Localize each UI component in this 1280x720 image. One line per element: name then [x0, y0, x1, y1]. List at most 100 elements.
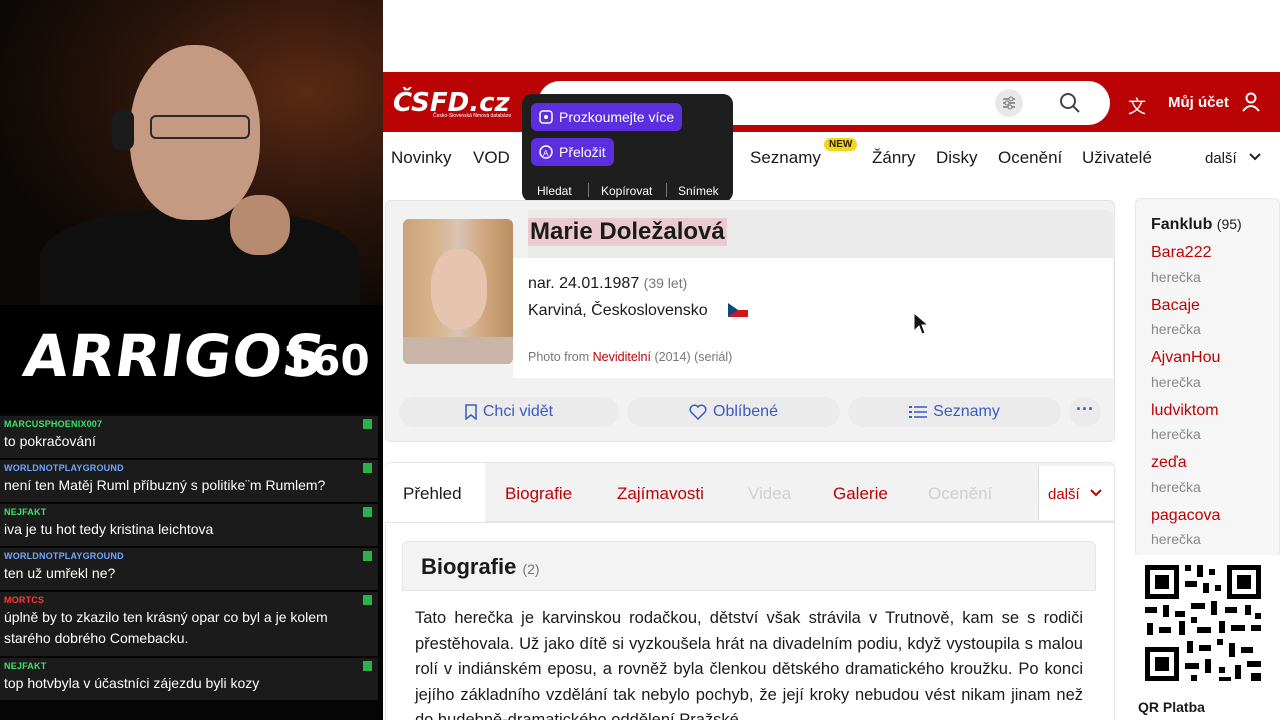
want-to-see-label: Chci vidět: [482, 403, 554, 420]
chat-text: to pokračování: [4, 433, 96, 449]
favorite-button[interactable]: Oblíbené: [627, 397, 840, 427]
nav-item-vod[interactable]: VOD: [473, 148, 510, 168]
chat-panel: MARCUSPHOENIX007 to pokračování WORLDNOT…: [0, 413, 383, 720]
popup-divider: [588, 183, 589, 197]
tab-galerie[interactable]: Galerie: [833, 484, 888, 504]
fan-member-role: herečka: [1151, 479, 1201, 495]
photo-credit: Photo from Neviditelní (2014) (seriál): [528, 350, 732, 364]
qr-payment-box: [1135, 555, 1280, 720]
fan-member-name[interactable]: AjvanHou: [1151, 349, 1220, 367]
fan-member-role: herečka: [1151, 321, 1201, 337]
photo-credit-suffix: (2014) (seriál): [654, 350, 733, 364]
search-icon[interactable]: [1059, 92, 1081, 114]
profile-birthplace: Karviná, Československo: [528, 302, 708, 319]
chat-username: NEJFAKT: [4, 507, 47, 517]
chat-badge-icon: [363, 419, 372, 429]
bookmark-icon: [465, 404, 477, 420]
tab-biografie[interactable]: Biografie: [505, 484, 572, 504]
translate-icon[interactable]: 文: [1128, 93, 1146, 119]
mouse-cursor-icon: [913, 312, 929, 335]
profile-name: Marie Doležalová: [528, 218, 727, 246]
czech-flag-icon: [728, 303, 748, 317]
photo-credit-link[interactable]: Neviditelní: [593, 350, 651, 364]
chat-message: MORTCS úplně by to zkazilo ten krásný op…: [0, 592, 378, 656]
want-to-see-button[interactable]: Chci vidět: [399, 397, 619, 427]
fan-member-name[interactable]: ludviktom: [1151, 402, 1219, 420]
user-icon[interactable]: [1241, 92, 1261, 112]
nav-item-disky[interactable]: Disky: [936, 148, 978, 168]
stream-panel: ARRIGOS 160 MARCUSPHOENIX007 to pokračov…: [0, 0, 383, 720]
sliders-icon: [1003, 96, 1015, 110]
chat-message: MARCUSPHOENIX007 to pokračování: [0, 416, 378, 458]
more-actions-button[interactable]: ···: [1069, 397, 1101, 427]
chevron-down-icon[interactable]: [1248, 150, 1262, 164]
chat-username: NEJFAKT: [4, 661, 47, 671]
heart-icon: [689, 404, 707, 420]
chat-username: MARCUSPHOENIX007: [4, 419, 103, 429]
profile-photo[interactable]: [403, 219, 513, 364]
bio-text: Tato herečka je karvinskou rodačkou, dět…: [415, 609, 1083, 720]
stream-brand-number: 160: [282, 336, 370, 385]
nav-item-oceneni[interactable]: Ocenění: [998, 148, 1062, 168]
chat-text: iva je tu hot tedy kristina leichtova: [4, 521, 214, 537]
favorite-label: Oblíbené: [713, 403, 778, 420]
translate-button[interactable]: A Přeložit: [531, 138, 614, 166]
svg-text:A: A: [543, 149, 549, 158]
chat-text: top hotvbyla v účastníci zájezdu byli ko…: [4, 675, 260, 691]
fanklub-title-text: Fanklub: [1151, 216, 1213, 233]
chat-message: NEJFAKT iva je tu hot tedy kristina leic…: [0, 504, 378, 546]
chat-message: WORLDNOTPLAYGROUND ten už umřekl ne?: [0, 548, 378, 590]
chat-badge-icon: [363, 463, 372, 473]
fan-member-name[interactable]: Bacaje: [1151, 297, 1200, 315]
birth-age: (39 let): [643, 275, 688, 291]
translate-icon: A: [539, 145, 553, 159]
fanklub-title: Fanklub (95): [1151, 216, 1242, 234]
popup-snapshot-action[interactable]: Snímek: [678, 184, 719, 198]
profile-birth: nar. 24.01.1987 (39 let): [528, 275, 687, 293]
filter-button[interactable]: [995, 89, 1023, 117]
fan-member-name[interactable]: zeďa: [1151, 454, 1187, 472]
chat-text: úplně by to zkazilo ten krásný opar co b…: [4, 609, 328, 646]
chat-text: ten už umřekl ne?: [4, 565, 116, 581]
nav-item-uzivatele[interactable]: Uživatelé: [1082, 148, 1152, 168]
chat-message: WORLDNOTPLAYGROUND není ten Matěj Ruml p…: [0, 460, 378, 502]
lists-button[interactable]: Seznamy: [848, 397, 1061, 427]
browser-window: ČSFD.cz Česko-Slovenská filmová databáze…: [383, 0, 1280, 720]
fan-member-role: herečka: [1151, 531, 1201, 547]
list-icon: [909, 405, 928, 418]
account-link[interactable]: Můj účet: [1168, 94, 1229, 111]
nav-item-seznamy[interactable]: Seznamy: [750, 148, 821, 168]
fan-member-role: herečka: [1151, 374, 1201, 390]
chat-username: MORTCS: [4, 595, 45, 605]
chat-badge-icon: [363, 595, 372, 605]
explore-button[interactable]: Prozkoumejte více: [531, 103, 683, 131]
translate-label: Přeložit: [559, 144, 606, 160]
chat-username: WORLDNOTPLAYGROUND: [4, 551, 124, 561]
nav-item-zanry[interactable]: Žánry: [872, 148, 915, 168]
birth-date: nar. 24.01.1987: [528, 275, 640, 292]
new-badge: NEW: [824, 138, 858, 151]
fan-member-name[interactable]: pagacova: [1151, 507, 1220, 525]
site-logo-subtitle: Česko-Slovenská filmová databáze: [433, 113, 512, 119]
tab-videa: Videa: [748, 484, 792, 503]
tab-zajimavosti[interactable]: Zajímavosti: [617, 484, 704, 504]
bio-title: Biografie (2): [421, 554, 540, 580]
explore-label: Prozkoumejte více: [559, 109, 675, 125]
fan-member-name[interactable]: Bara222: [1151, 244, 1212, 262]
tab-more-label[interactable]: další: [1048, 486, 1080, 503]
lists-label: Seznamy: [933, 403, 1000, 420]
nav-item-more[interactable]: další: [1205, 150, 1237, 167]
nav-item-novinky[interactable]: Novinky: [391, 148, 451, 168]
tab-oceneni: Ocenění: [928, 484, 993, 503]
popup-divider: [666, 183, 667, 197]
chevron-down-icon[interactable]: [1089, 486, 1103, 500]
bio-title-text: Biografie: [421, 554, 517, 579]
chat-badge-icon: [363, 661, 372, 671]
popup-copy-action[interactable]: Kopírovat: [601, 184, 652, 198]
chat-badge-icon: [363, 551, 372, 561]
popup-search-action[interactable]: Hledat: [537, 184, 572, 198]
chat-badge-icon: [363, 507, 372, 517]
fan-member-role: herečka: [1151, 426, 1201, 442]
photo-credit-prefix: Photo from: [528, 350, 590, 364]
tab-prehled[interactable]: Přehled: [403, 484, 462, 504]
